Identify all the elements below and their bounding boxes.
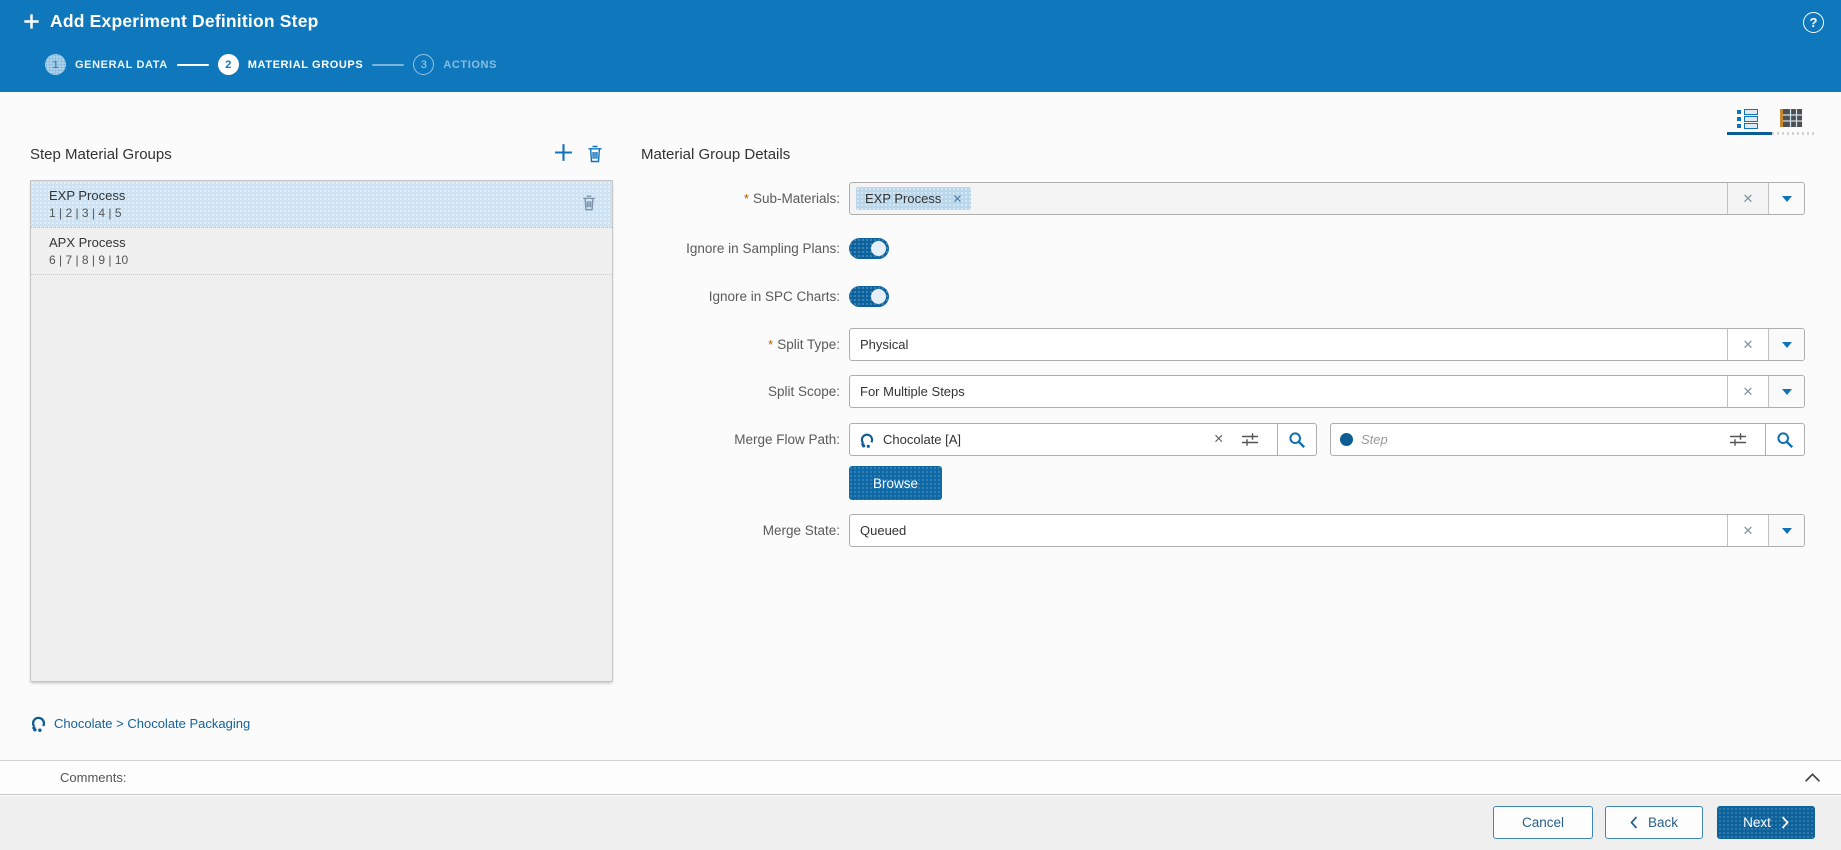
dropdown-open-button[interactable] bbox=[1768, 329, 1804, 360]
ignore-spc-toggle[interactable] bbox=[849, 286, 889, 307]
search-button[interactable] bbox=[1277, 424, 1316, 455]
active-view-underline bbox=[1727, 132, 1772, 135]
chevron-down-icon bbox=[1781, 341, 1792, 348]
add-material-group-button[interactable] bbox=[553, 142, 574, 163]
table-view-button[interactable] bbox=[1779, 107, 1803, 129]
ignore-sampling-toggle[interactable] bbox=[849, 238, 889, 259]
merge-state-value: Queued bbox=[860, 523, 907, 538]
wizard-step-actions[interactable]: 3 ACTIONS bbox=[413, 54, 497, 75]
list-view-button[interactable] bbox=[1735, 107, 1759, 129]
clear-field-button[interactable]: ✕ bbox=[1727, 376, 1768, 407]
step-2-circle: 2 bbox=[217, 54, 239, 75]
split-type-value: Physical bbox=[860, 337, 909, 352]
clear-icon[interactable]: ✕ bbox=[1214, 433, 1224, 446]
ignore-sampling-row: Ignore in Sampling Plans: bbox=[0, 238, 889, 259]
help-icon: ? bbox=[1809, 15, 1818, 30]
clear-icon: ✕ bbox=[1742, 337, 1754, 352]
wizard-header: Add Experiment Definition Step ? 1 GENER… bbox=[0, 0, 1841, 92]
collapse-comments-button[interactable] bbox=[1804, 772, 1821, 783]
left-panel-title: Step Material Groups bbox=[30, 146, 172, 163]
step-3-label: ACTIONS bbox=[443, 58, 498, 71]
delete-material-group-button[interactable] bbox=[586, 144, 604, 164]
merge-state-select[interactable]: Queued ✕ bbox=[849, 514, 1805, 547]
chip-exp-process[interactable]: EXP Process ✕ bbox=[856, 187, 972, 210]
back-button[interactable]: Back bbox=[1605, 806, 1703, 839]
breadcrumb-text[interactable]: Chocolate > Chocolate Packaging bbox=[54, 716, 250, 731]
merge-state-label: Merge State: bbox=[762, 523, 840, 538]
step-1-circle: 1 bbox=[45, 54, 66, 75]
merge-flow-step-input[interactable]: Step bbox=[1330, 423, 1805, 456]
chip-remove-icon[interactable]: ✕ bbox=[952, 193, 962, 205]
clear-field-button[interactable]: ✕ bbox=[1727, 183, 1768, 214]
split-type-select[interactable]: Physical ✕ bbox=[849, 328, 1805, 361]
ignore-spc-label: Ignore in SPC Charts: bbox=[708, 289, 840, 304]
step-icon bbox=[1340, 433, 1353, 446]
chevron-down-icon bbox=[1781, 388, 1792, 395]
step-connector bbox=[372, 63, 405, 66]
split-scope-label: Split Scope: bbox=[767, 384, 840, 399]
flow-icon bbox=[859, 432, 875, 448]
sub-materials-multiselect[interactable]: EXP Process ✕ ✕ bbox=[849, 182, 1805, 215]
step-1-label: GENERAL DATA bbox=[75, 58, 168, 71]
add-icon bbox=[22, 12, 41, 31]
chevron-right-icon bbox=[1781, 816, 1789, 829]
add-experiment-definition-step-dialog: Add Experiment Definition Step ? 1 GENER… bbox=[0, 0, 1841, 850]
page-title: Add Experiment Definition Step bbox=[50, 11, 319, 31]
dropdown-open-button[interactable] bbox=[1768, 376, 1804, 407]
step-connector bbox=[176, 63, 209, 66]
inactive-view-underline bbox=[1772, 132, 1815, 135]
wizard-step-general-data[interactable]: 1 GENERAL DATA bbox=[45, 54, 168, 75]
sub-materials-chips: EXP Process ✕ bbox=[850, 183, 1727, 214]
step-placeholder: Step bbox=[1361, 432, 1388, 447]
merge-flow-path-label: Merge Flow Path: bbox=[734, 432, 840, 447]
advanced-filter-icon[interactable] bbox=[1729, 432, 1747, 447]
clear-icon: ✕ bbox=[1742, 523, 1754, 538]
item-subtitle: 1 | 2 | 3 | 4 | 5 bbox=[49, 206, 122, 220]
flow-breadcrumb[interactable]: Chocolate > Chocolate Packaging bbox=[30, 715, 250, 732]
wizard-steps: 1 GENERAL DATA 2 MATERIAL GROUPS 3 ACTIO… bbox=[45, 54, 497, 75]
ignore-spc-row: Ignore in SPC Charts: bbox=[0, 286, 889, 307]
back-label: Back bbox=[1647, 815, 1678, 830]
cancel-button[interactable]: Cancel bbox=[1493, 806, 1593, 839]
dropdown-open-button[interactable] bbox=[1768, 183, 1804, 214]
dropdown-open-button[interactable] bbox=[1768, 515, 1804, 546]
clear-icon: ✕ bbox=[1742, 384, 1754, 399]
flow-icon bbox=[30, 715, 47, 732]
search-button[interactable] bbox=[1765, 424, 1804, 455]
comments-label: Comments: bbox=[60, 770, 127, 785]
advanced-filter-icon[interactable] bbox=[1241, 432, 1259, 447]
chip-label: EXP Process bbox=[865, 191, 942, 206]
step-2-label: MATERIAL GROUPS bbox=[247, 58, 364, 71]
next-button[interactable]: Next bbox=[1717, 806, 1815, 839]
split-type-label: * Split Type: bbox=[768, 337, 840, 352]
chevron-down-icon bbox=[1781, 527, 1792, 534]
comments-section[interactable]: Comments: bbox=[0, 760, 1841, 795]
wizard-footer: Cancel Back Next bbox=[0, 796, 1841, 850]
required-asterisk: * bbox=[768, 337, 774, 352]
required-asterisk: * bbox=[743, 191, 749, 206]
details-title: Material Group Details bbox=[641, 146, 791, 163]
step-3-circle: 3 bbox=[413, 54, 435, 75]
toggle-knob bbox=[871, 289, 886, 304]
ignore-sampling-label: Ignore in Sampling Plans: bbox=[686, 241, 840, 256]
merge-flow-path-value: Chocolate [A] bbox=[883, 432, 962, 447]
clear-field-button[interactable]: ✕ bbox=[1727, 515, 1768, 546]
wizard-step-material-groups[interactable]: 2 MATERIAL GROUPS bbox=[217, 54, 364, 75]
sub-materials-label: * Sub-Materials: bbox=[743, 191, 840, 206]
help-button[interactable]: ? bbox=[1803, 12, 1824, 33]
next-label: Next bbox=[1743, 815, 1771, 830]
toggle-knob bbox=[871, 241, 886, 256]
cancel-label: Cancel bbox=[1521, 815, 1565, 830]
merge-flow-path-input[interactable]: Chocolate [A] ✕ bbox=[849, 423, 1317, 456]
split-scope-value: For Multiple Steps bbox=[860, 384, 965, 399]
title-row: Add Experiment Definition Step bbox=[22, 11, 319, 32]
split-scope-select[interactable]: For Multiple Steps ✕ bbox=[849, 375, 1805, 408]
clear-field-button[interactable]: ✕ bbox=[1727, 329, 1768, 360]
chevron-left-icon bbox=[1630, 816, 1638, 829]
chevron-down-icon bbox=[1781, 195, 1792, 202]
browse-button[interactable]: Browse bbox=[849, 466, 942, 500]
clear-icon: ✕ bbox=[1742, 191, 1754, 206]
